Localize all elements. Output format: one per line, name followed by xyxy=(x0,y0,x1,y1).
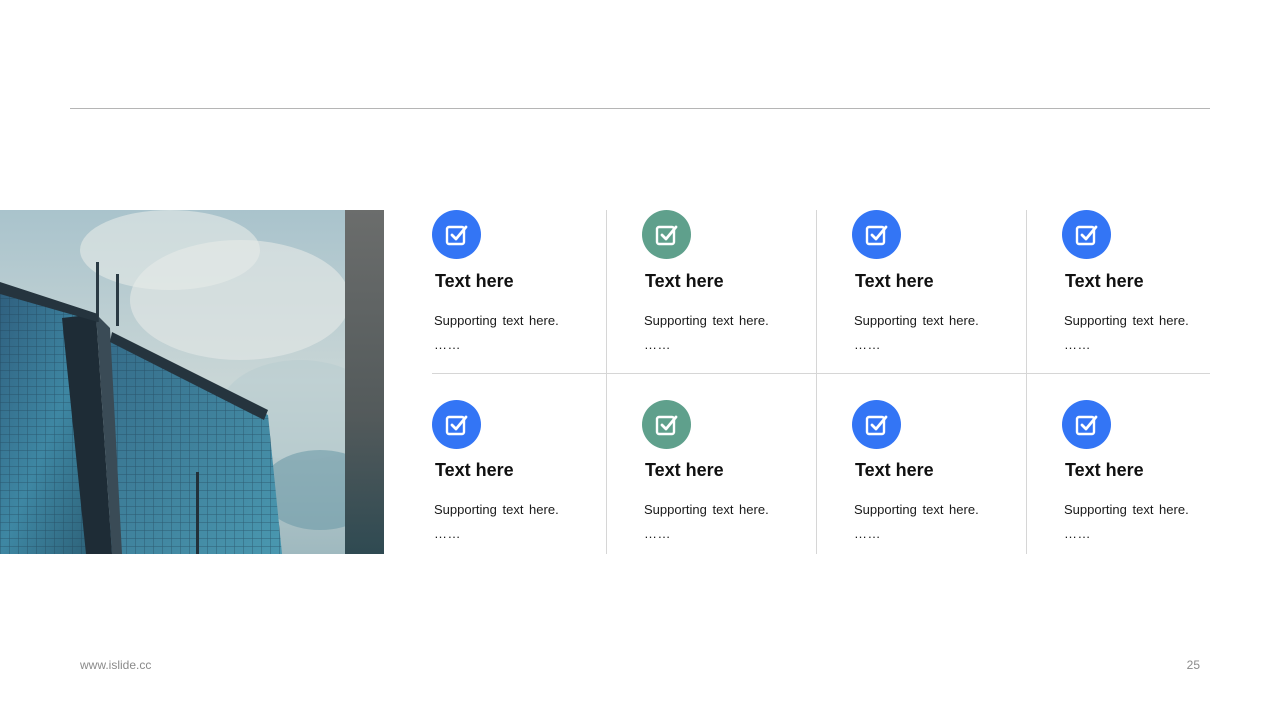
card-title: Text here xyxy=(645,271,724,291)
card-text: Supporting text here. xyxy=(854,502,979,517)
card-ellipsis: …… xyxy=(1064,526,1091,541)
card-ellipsis: …… xyxy=(644,526,671,541)
check-square-icon xyxy=(1062,400,1111,449)
card-ellipsis: …… xyxy=(434,337,461,352)
check-square-icon xyxy=(432,210,481,259)
feature-card: Text here Supporting text here. …… xyxy=(852,210,1027,360)
card-ellipsis: …… xyxy=(434,526,461,541)
feature-card: Text here Supporting text here. …… xyxy=(1062,400,1237,550)
feature-card: Text here Supporting text here. …… xyxy=(1062,210,1237,360)
feature-card: Text here Supporting text here. …… xyxy=(432,400,607,550)
card-text: Supporting text here. xyxy=(644,502,769,517)
card-text: Supporting text here. xyxy=(434,313,559,328)
title-divider xyxy=(70,108,1210,109)
card-title: Text here xyxy=(645,460,724,480)
card-text: Supporting text here. xyxy=(434,502,559,517)
check-square-icon xyxy=(852,210,901,259)
card-text: Supporting text here. xyxy=(644,313,769,328)
page-number: 25 xyxy=(1186,658,1200,672)
card-ellipsis: …… xyxy=(644,337,671,352)
footer-url: www.islide.cc xyxy=(80,658,152,672)
feature-grid: Text here Supporting text here. …… Text … xyxy=(432,210,1210,554)
card-title: Text here xyxy=(855,460,934,480)
feature-card: Text here Supporting text here. …… xyxy=(432,210,607,360)
row-divider xyxy=(432,373,1210,374)
card-text: Supporting text here. xyxy=(1064,502,1189,517)
feature-card: Text here Supporting text here. …… xyxy=(642,210,817,360)
card-title: Text here xyxy=(435,271,514,291)
building-photo xyxy=(0,210,384,554)
card-text: Supporting text here. xyxy=(854,313,979,328)
card-title: Text here xyxy=(1065,271,1144,291)
feature-card: Text here Supporting text here. …… xyxy=(852,400,1027,550)
check-square-icon xyxy=(1062,210,1111,259)
card-ellipsis: …… xyxy=(854,526,881,541)
check-square-icon xyxy=(642,400,691,449)
feature-card: Text here Supporting text here. …… xyxy=(642,400,817,550)
check-square-icon xyxy=(642,210,691,259)
card-title: Text here xyxy=(855,271,934,291)
card-text: Supporting text here. xyxy=(1064,313,1189,328)
card-title: Text here xyxy=(1065,460,1144,480)
card-ellipsis: …… xyxy=(854,337,881,352)
check-square-icon xyxy=(852,400,901,449)
card-ellipsis: …… xyxy=(1064,337,1091,352)
card-title: Text here xyxy=(435,460,514,480)
check-square-icon xyxy=(432,400,481,449)
